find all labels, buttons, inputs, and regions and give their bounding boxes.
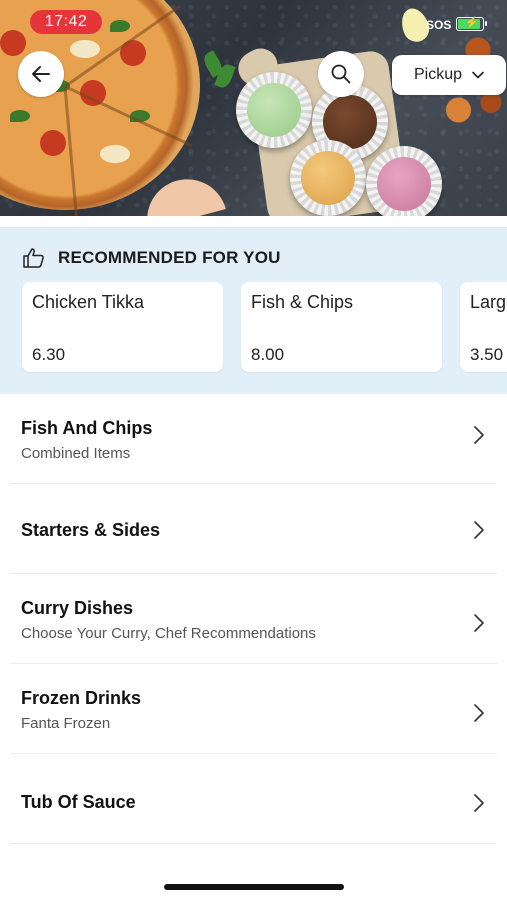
recommended-title: RECOMMENDED FOR YOU — [58, 248, 281, 267]
chevron-right-icon — [474, 520, 484, 539]
home-indicator[interactable] — [164, 884, 344, 890]
recommended-item-name: Larg — [470, 292, 507, 312]
chevron-right-icon — [474, 425, 484, 444]
recommended-item-price: 6.30 — [32, 345, 66, 364]
hero-banner-image: 17:42 SOS ⚡ Pickup — [0, 0, 507, 216]
category-title: Starters & Sides — [21, 520, 161, 540]
recommended-item-card[interactable]: Larg 3.50 — [460, 282, 507, 372]
category-subtitle: Choose Your Curry, Chef Recommendations — [21, 625, 316, 642]
recommended-item-name: Fish & Chips — [251, 292, 354, 312]
recommended-header: RECOMMENDED FOR YOU — [22, 247, 281, 269]
chevron-down-icon — [472, 71, 484, 79]
thumbs-up-icon — [23, 248, 44, 268]
recommended-item-price: 3.50 — [470, 345, 504, 364]
battery-icon: ⚡ — [456, 17, 487, 31]
order-mode-label: Pickup — [413, 66, 463, 83]
recommended-item-name: Chicken Tikka — [32, 292, 145, 312]
category-row-frozen-drinks[interactable]: Frozen Drinks Fanta Frozen — [10, 664, 497, 754]
recommended-item-card[interactable]: Chicken Tikka 6.30 — [22, 282, 223, 372]
category-list: Fish And Chips Combined Items Starters &… — [0, 394, 507, 844]
category-title: Fish And Chips — [21, 418, 153, 438]
category-title: Tub Of Sauce — [21, 792, 136, 812]
chevron-right-icon — [474, 703, 484, 722]
ice-cream-cup-caramel — [290, 140, 366, 216]
status-sos-label: SOS — [426, 18, 452, 32]
chevron-right-icon — [474, 613, 484, 632]
status-time: 17:42 — [30, 10, 102, 34]
category-subtitle: Fanta Frozen — [21, 715, 111, 732]
recommended-section: RECOMMENDED FOR YOU Chicken Tikka 6.30 F… — [0, 227, 507, 394]
ice-cream-cup-berry — [366, 146, 442, 216]
back-button[interactable] — [18, 51, 64, 97]
category-title: Curry Dishes — [21, 598, 134, 618]
arrow-left-icon — [32, 66, 50, 82]
category-row-curry-dishes[interactable]: Curry Dishes Choose Your Curry, Chef Rec… — [10, 574, 497, 664]
category-row-starters-and-sides[interactable]: Starters & Sides — [10, 484, 497, 574]
ice-cream-cup-pistachio — [236, 72, 312, 148]
menu-screen: 17:42 SOS ⚡ Pickup RECOMMENDED FOR YOU C… — [0, 0, 507, 900]
category-row-tub-of-sauce[interactable]: Tub Of Sauce — [10, 754, 497, 844]
recommended-item-card[interactable]: Fish & Chips 8.00 — [241, 282, 442, 372]
search-icon — [331, 64, 351, 84]
category-title: Frozen Drinks — [21, 688, 142, 708]
recommended-item-price: 8.00 — [251, 345, 285, 364]
chevron-right-icon — [474, 793, 484, 812]
search-button[interactable] — [318, 51, 364, 97]
category-row-fish-and-chips[interactable]: Fish And Chips Combined Items — [10, 394, 497, 484]
order-mode-dropdown[interactable]: Pickup — [392, 55, 506, 95]
category-subtitle: Combined Items — [21, 445, 131, 462]
